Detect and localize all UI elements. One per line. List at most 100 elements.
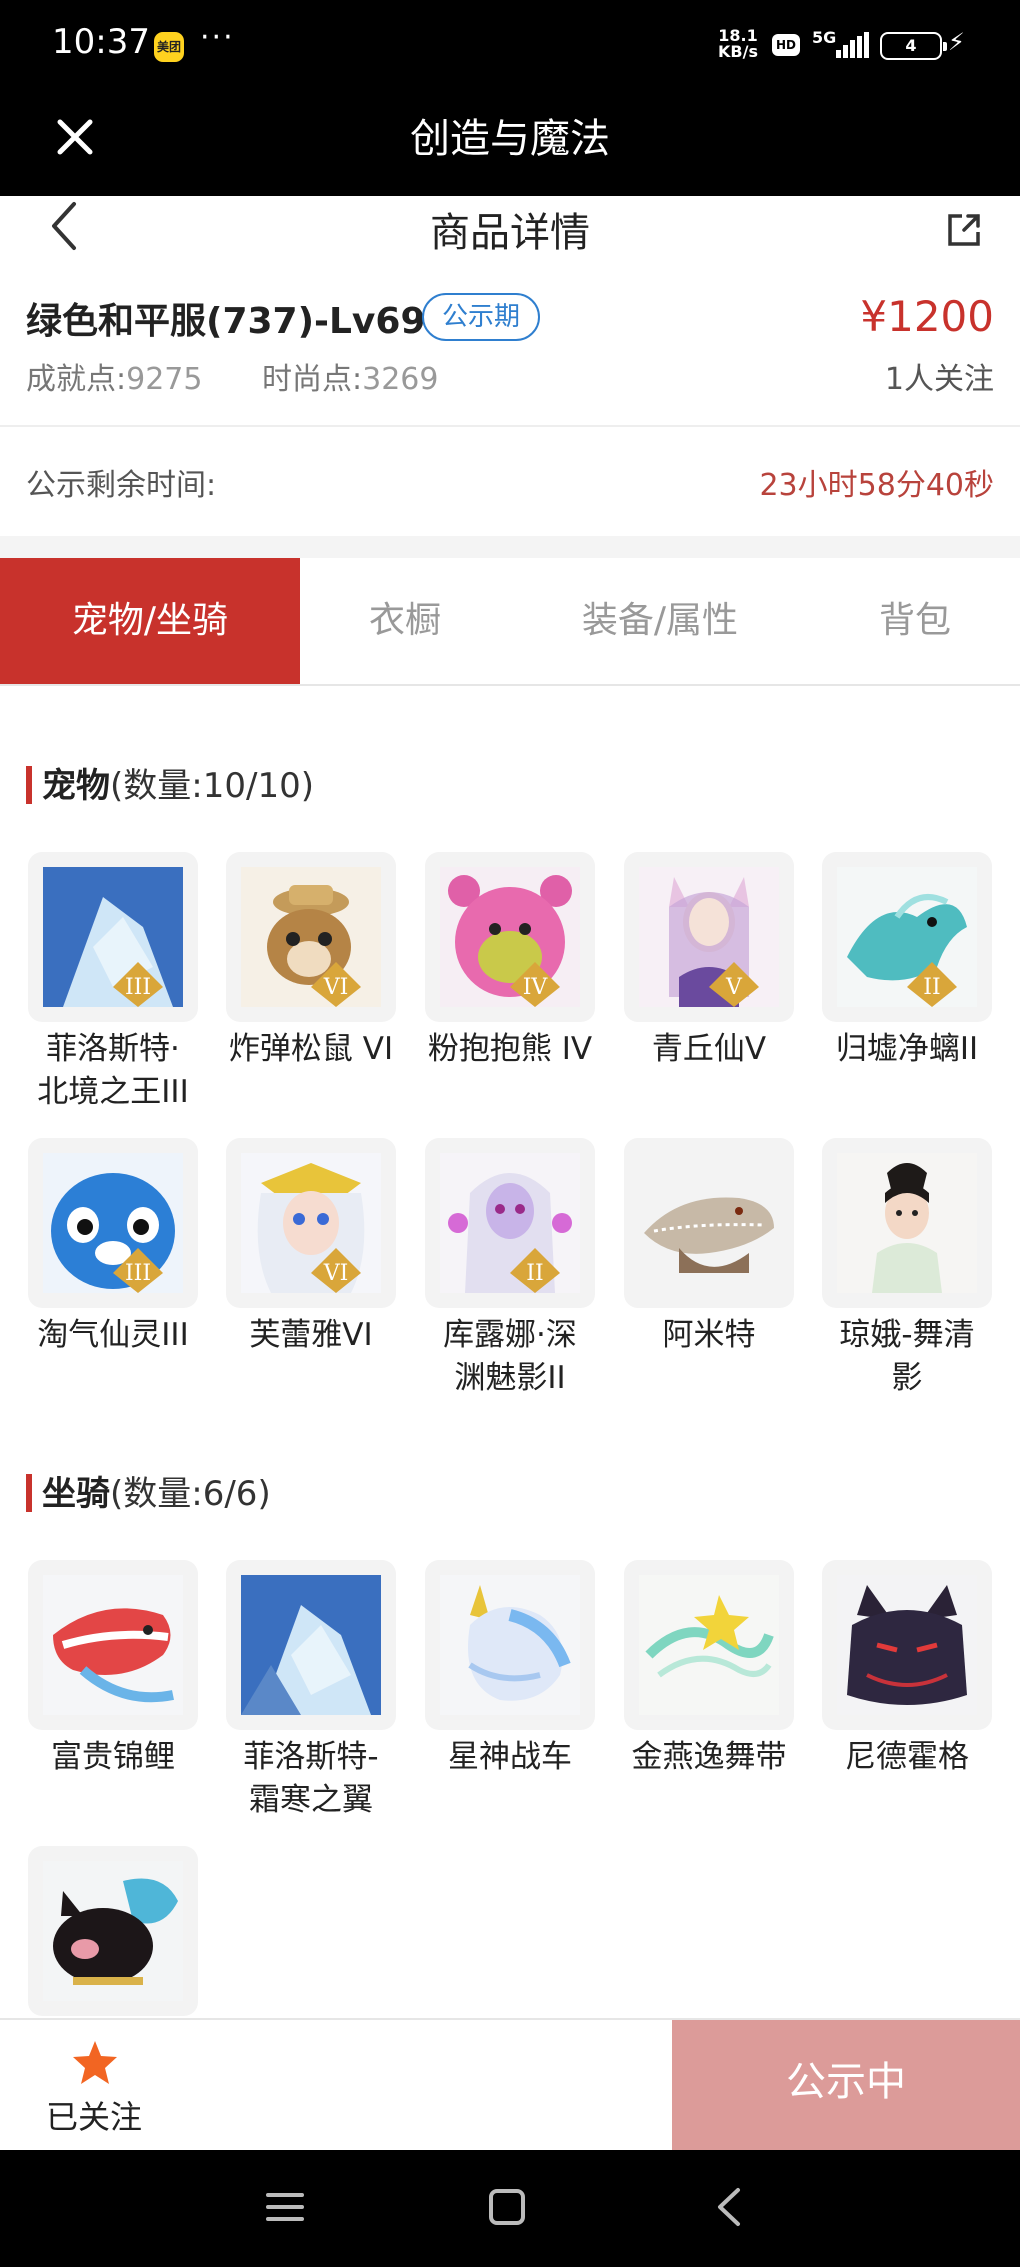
pet-art: V [639, 867, 779, 1007]
pets-count: (数量:10/10) [110, 766, 314, 806]
pet-name: 琼娥-舞清影 [839, 1317, 975, 1396]
pet-art: VI [241, 867, 381, 1007]
pet-art [837, 1153, 977, 1293]
status-badge: 公示期 [422, 293, 540, 341]
mount-art [241, 1575, 381, 1715]
publicity-status-button[interactable]: 公示中 [672, 2020, 1020, 2150]
pet-art [639, 1153, 779, 1293]
pet-name: 归墟净螭II [835, 1031, 979, 1067]
pet-image: V [624, 852, 794, 1022]
mount-art [837, 1575, 977, 1715]
tab-wardrobe[interactable]: 衣橱 [300, 558, 510, 684]
pet-image: IV [425, 852, 595, 1022]
share-icon[interactable] [944, 210, 984, 250]
pet-name: 青丘仙V [651, 1031, 767, 1067]
svg-text:III: III [125, 975, 151, 1000]
achievement-points: 成就点:9275 [26, 362, 202, 397]
mount-name: 金燕逸舞带 [631, 1739, 787, 1775]
more-notifications-icon: ··· [200, 20, 235, 55]
mount-image [28, 1846, 198, 2016]
pets-title: 宠物 [42, 766, 110, 806]
signal-icon [836, 32, 870, 58]
pet-image [624, 1138, 794, 1308]
status-bar: 10:37 美团 ··· 18.1 KB/s HD 5G 4 ⚡ [0, 0, 1020, 92]
hd-voice-icon: HD [772, 34, 800, 56]
pet-name: 阿米特 [662, 1317, 756, 1353]
app-title: 创造与魔法 [410, 116, 610, 162]
mounts-count: (数量:6/6) [110, 1474, 271, 1514]
mount-name: 菲洛斯特- 霜寒之翼 [243, 1739, 379, 1818]
pet-image: VI [226, 852, 396, 1022]
mount-name: 尼德霍格 [845, 1739, 969, 1775]
svg-text:II: II [526, 1261, 543, 1286]
pet-image: II [822, 852, 992, 1022]
fashion-label: 时尚点: [262, 362, 363, 397]
section-separator [0, 536, 1020, 558]
charging-icon: ⚡ [948, 28, 965, 56]
battery-icon: 4 [880, 32, 947, 60]
tab-backpack[interactable]: 背包 [810, 558, 1020, 684]
network-speed-unit: KB/s [718, 42, 758, 61]
menu-icon[interactable] [260, 2182, 310, 2232]
pet-art: III [43, 867, 183, 1007]
bottom-action-bar: 已关注 公示中 [0, 2018, 1020, 2150]
mount-name: 星神战车 [448, 1739, 572, 1775]
mount-art [43, 1861, 183, 2001]
star-icon[interactable] [70, 2038, 120, 2088]
mount-image [624, 1560, 794, 1730]
mounts-section-title: 坐骑(数量:6/6) [26, 1466, 271, 1515]
product-title: 绿色和平服(737)-Lv69 [26, 301, 426, 342]
mounts-title: 坐骑 [42, 1474, 110, 1514]
pet-image [822, 1138, 992, 1308]
pet-image: II [425, 1138, 595, 1308]
tab-equipment[interactable]: 装备/属性 [510, 558, 810, 684]
achievement-value: 9275 [126, 362, 203, 397]
mount-art [440, 1575, 580, 1715]
section-accent [26, 1473, 32, 1512]
mount-art [43, 1575, 183, 1715]
svg-text:VI: VI [323, 1261, 349, 1286]
svg-text:VI: VI [323, 975, 349, 1000]
page-title: 商品详情 [430, 210, 590, 256]
mount-name: 富贵锦鲤 [51, 1739, 175, 1775]
follow-button[interactable]: 已关注 [46, 2092, 142, 2138]
countdown-label: 公示剩余时间: [26, 468, 217, 503]
pet-art: II [837, 867, 977, 1007]
mount-image [822, 1560, 992, 1730]
svg-text:III: III [125, 1261, 151, 1286]
home-icon[interactable] [482, 2182, 532, 2232]
mount-image [425, 1560, 595, 1730]
price: ¥1200 [860, 292, 994, 341]
pet-image: III [28, 1138, 198, 1308]
fashion-value: 3269 [362, 362, 439, 397]
system-nav-bar [0, 2150, 1020, 2267]
meituan-app-icon: 美团 [154, 32, 184, 62]
pet-art: VI [241, 1153, 381, 1293]
svg-text:V: V [725, 975, 743, 1000]
countdown-value: 23小时58分40秒 [759, 468, 994, 503]
svg-text:IV: IV [523, 975, 549, 1000]
pet-image: VI [226, 1138, 396, 1308]
mount-image [28, 1560, 198, 1730]
pet-art: III [43, 1153, 183, 1293]
pet-name: 芙蕾雅VI [249, 1317, 373, 1353]
achievement-label: 成就点: [26, 362, 127, 397]
back-icon[interactable] [706, 2182, 756, 2232]
pet-art: II [440, 1153, 580, 1293]
fashion-points: 时尚点:3269 [262, 362, 438, 397]
pet-art: IV [440, 867, 580, 1007]
tab-pets-mounts[interactable]: 宠物/坐骑 [0, 558, 300, 684]
mount-art [639, 1575, 779, 1715]
pet-image: III [28, 852, 198, 1022]
detail-tabs: 宠物/坐骑 衣橱 装备/属性 背包 [0, 558, 1020, 686]
clock: 10:37 [52, 22, 150, 62]
product-stats: 成就点:9275 时尚点:3269 [26, 354, 488, 398]
pet-name: 淘气仙灵III [37, 1317, 189, 1353]
follower-count: 1人关注 [884, 362, 994, 397]
section-accent [26, 765, 32, 804]
mount-image [226, 1560, 396, 1730]
pets-section-title: 宠物(数量:10/10) [26, 758, 314, 807]
app-bar: 创造与魔法 [0, 92, 1020, 196]
network-type: 5G [812, 28, 837, 47]
network-speed: 18.1 KB/s [718, 28, 758, 60]
